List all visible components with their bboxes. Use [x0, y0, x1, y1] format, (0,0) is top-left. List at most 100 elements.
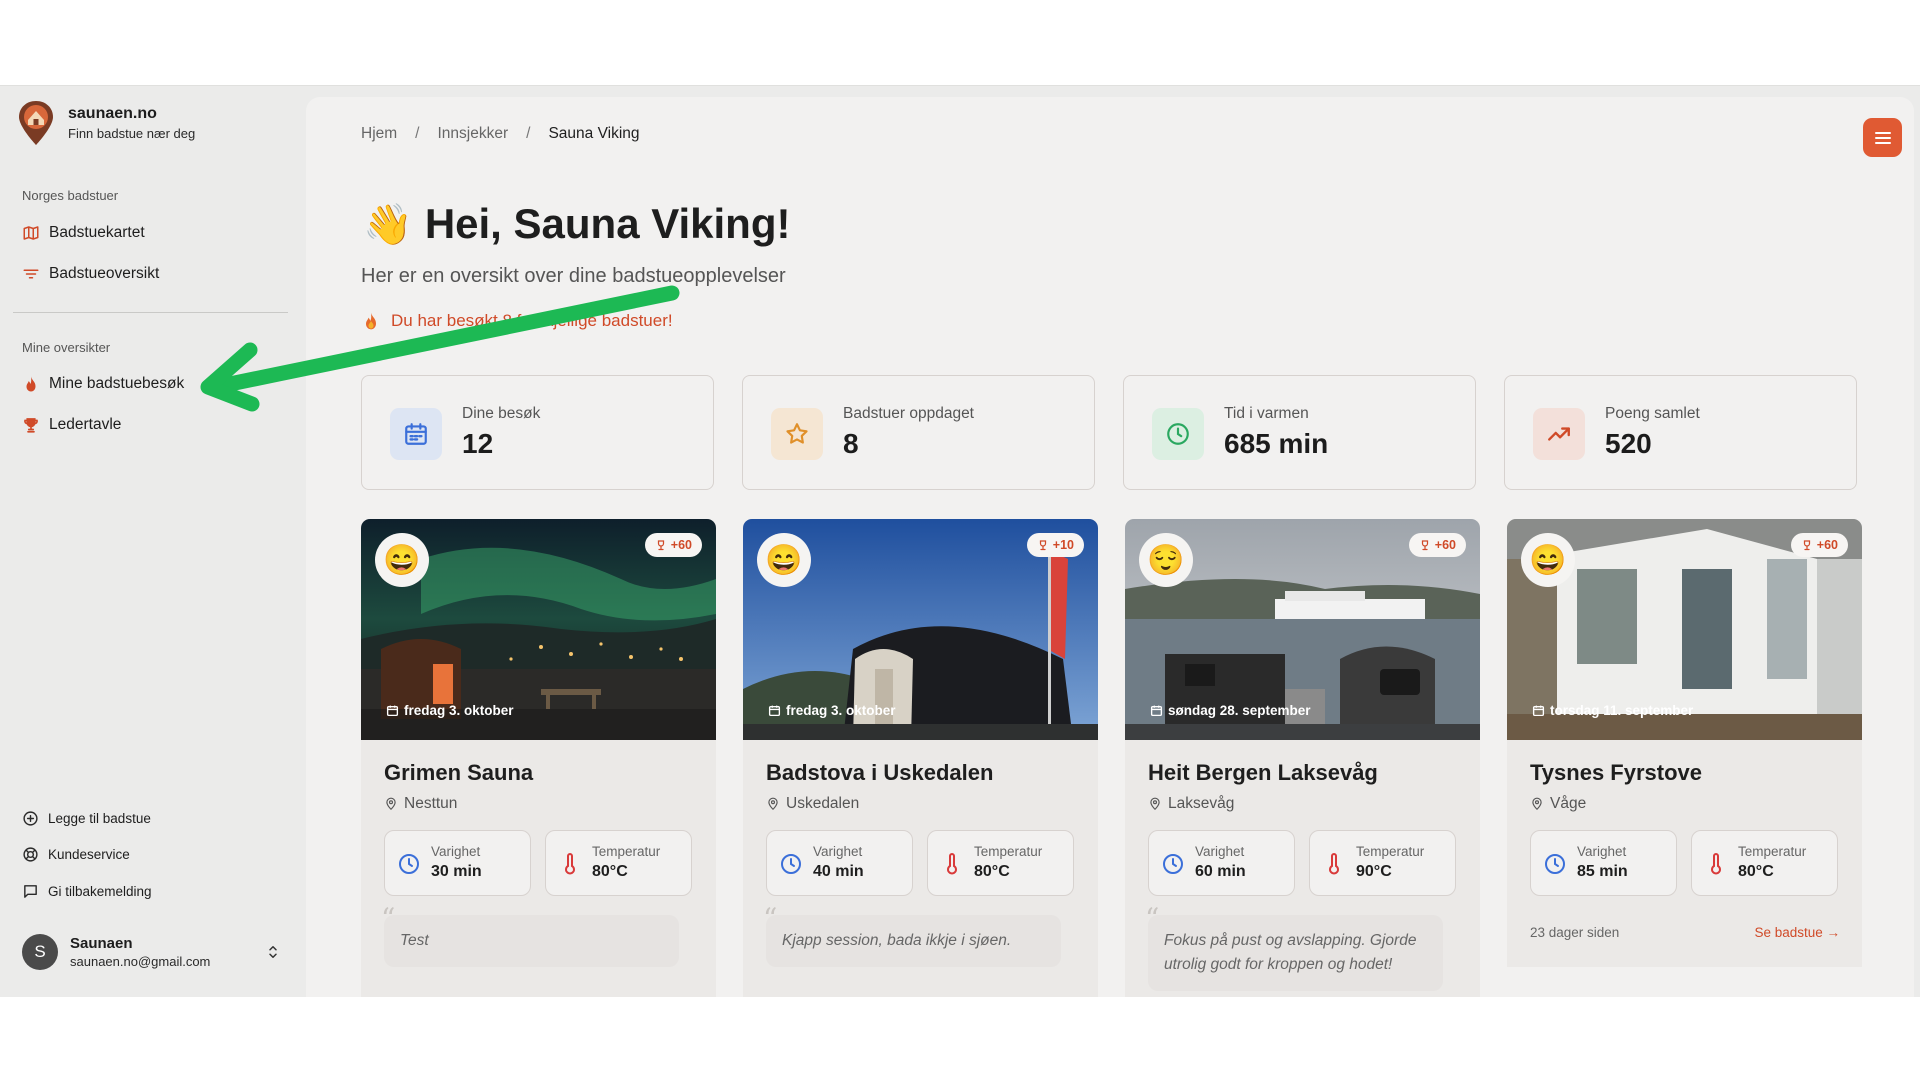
section-label-norges-badstuer: Norges badstuer [22, 188, 119, 203]
temperature-value: 80°C [974, 863, 1010, 880]
duration-value: 60 min [1195, 863, 1246, 880]
breadcrumb: Hjem / Innsjekker / Sauna Viking [361, 125, 640, 143]
sauna-name[interactable]: Badstova i Uskedalen [766, 760, 993, 786]
temperature-pill: Temperatur 80°C [545, 830, 692, 896]
sidebar-item-badstueoversikt[interactable]: Badstueoversikt [22, 262, 159, 286]
breadcrumb-innsjekker[interactable]: Innsjekker [437, 125, 508, 143]
visit-note: Kjapp session, bada ikkje i sjøen. [766, 915, 1061, 967]
visit-card-tysnes-fyrstove[interactable]: 😄 +60 torsdag 11. september Tysnes Fyrst… [1507, 519, 1862, 997]
visit-relative-time: 23 dager siden [1530, 925, 1620, 940]
trophy-icon [657, 540, 664, 551]
stat-label: Badstuer oppdaget [843, 405, 974, 422]
avatar: S [22, 934, 58, 970]
sauna-name[interactable]: Tysnes Fyrstove [1530, 760, 1702, 786]
streak-message: Du har besøkt 8 forskjellige badstuer! [361, 310, 673, 332]
visit-date-text: fredag 3. oktober [786, 703, 896, 718]
sauna-name[interactable]: Grimen Sauna [384, 760, 533, 786]
user-menu[interactable]: S Saunaen saunaen.no@gmail.com [22, 934, 282, 970]
map-pin-icon [1150, 797, 1160, 811]
visit-card-grimen-sauna[interactable]: 😄 +60 fredag 3. oktober Grimen Sauna Nes… [361, 519, 716, 997]
points-badge: +60 [1790, 533, 1848, 557]
stat-icon-wrap [1533, 408, 1585, 460]
stat-value: 685 min [1224, 428, 1329, 459]
visit-date: fredag 3. oktober [386, 703, 514, 718]
sauna-location: Laksevåg [1148, 795, 1234, 813]
points-value: +60 [670, 538, 692, 552]
card-footer-area [1507, 967, 1862, 997]
sauna-location-text: Laksevåg [1168, 795, 1235, 812]
breadcrumb-separator: / [526, 125, 531, 142]
sidebar-divider [13, 312, 288, 313]
temperature-label: Temperatur [592, 844, 661, 859]
sidebar-item-ledertavle[interactable]: Ledertavle [22, 413, 121, 437]
sidebar-footer-gi-tilbakemelding[interactable]: Gi tilbakemelding [22, 881, 152, 901]
flame-icon [26, 376, 36, 392]
app-frame: saunaen.no Finn badstue nær deg Norges b… [0, 85, 1920, 997]
trophy-icon [24, 418, 38, 433]
sidebar-item-mine-badstuebesok[interactable]: Mine badstuebesøk [22, 372, 184, 396]
main-panel: Hjem / Innsjekker / Sauna Viking 👋 Hei, … [306, 97, 1914, 997]
brand[interactable]: saunaen.no Finn badstue nær deg [17, 100, 195, 146]
visit-card-badstova-i-uskedalen[interactable]: 😄 +10 fredag 3. oktober Badstova i Usked… [743, 519, 1098, 997]
sauna-location-text: Uskedalen [786, 795, 860, 812]
trending-up-icon [1548, 427, 1570, 441]
points-badge: +60 [644, 533, 702, 557]
sidebar-footer-kundeservice[interactable]: Kundeservice [22, 844, 130, 864]
filter-icon [23, 269, 39, 279]
clock-icon [1167, 423, 1189, 445]
mood-emoji-icon: 😄 [765, 543, 803, 577]
duration-value: 40 min [813, 863, 864, 880]
waving-hand-icon: 👋 [363, 202, 413, 247]
stat-value: 12 [462, 428, 494, 459]
page-subtitle: Her er en oversikt over dine badstueoppl… [361, 265, 786, 287]
map-pin-icon [386, 797, 396, 811]
sidebar-item-label: Badstueoversikt [49, 265, 160, 282]
sauna-location: Våge [1530, 795, 1586, 813]
points-badge: +60 [1408, 533, 1466, 557]
menu-button[interactable] [1863, 118, 1902, 157]
visit-date-text: fredag 3. oktober [404, 703, 514, 718]
visit-date: søndag 28. september [1150, 703, 1311, 718]
points-value: +10 [1052, 538, 1074, 552]
lifebuoy-icon [23, 846, 38, 862]
chevron-up-down-icon[interactable] [264, 942, 282, 962]
clock-icon [1163, 854, 1183, 874]
clock-icon [781, 854, 801, 874]
section-label-mine-oversikter: Mine oversikter [22, 340, 111, 355]
sidebar-item-label: Mine badstuebesøk [49, 375, 185, 392]
sauna-location-text: Nesttun [404, 795, 458, 812]
stat-icon-wrap [390, 408, 442, 460]
temperature-pill: Temperatur 80°C [1691, 830, 1838, 896]
see-sauna-link[interactable]: Se badstue → [1754, 925, 1840, 940]
stat-value: 520 [1605, 428, 1652, 459]
brand-name: saunaen.no [68, 105, 157, 122]
clock-icon [1545, 854, 1565, 874]
mood-badge: 😄 [757, 533, 811, 587]
trophy-icon [1803, 540, 1810, 551]
sauna-location-text: Våge [1550, 795, 1587, 812]
trophy-icon [1421, 540, 1428, 551]
thermometer-icon [565, 853, 575, 875]
duration-label: Varighet [1195, 844, 1245, 859]
stat-icon-wrap [771, 408, 823, 460]
thermometer-icon [947, 853, 957, 875]
breadcrumb-hjem[interactable]: Hjem [361, 125, 397, 143]
duration-pill: Varighet 85 min [1530, 830, 1677, 896]
temperature-value: 80°C [592, 863, 628, 880]
mood-emoji-icon: 😌 [1147, 543, 1185, 577]
stat-icon-wrap [1152, 408, 1204, 460]
temperature-pill: Temperatur 90°C [1309, 830, 1456, 896]
sidebar-item-badstuekartet[interactable]: Badstuekartet [22, 221, 145, 245]
duration-label: Varighet [1577, 844, 1627, 859]
thermometer-icon [1329, 853, 1339, 875]
sidebar-footer-legge-til-badstue[interactable]: Legge til badstue [22, 808, 151, 828]
duration-pill: Varighet 40 min [766, 830, 913, 896]
sauna-name[interactable]: Heit Bergen Laksevåg [1148, 760, 1378, 786]
mood-emoji-icon: 😄 [1529, 543, 1567, 577]
temperature-label: Temperatur [1738, 844, 1807, 859]
trophy-icon [1039, 540, 1046, 551]
visit-date: fredag 3. oktober [768, 703, 896, 718]
visit-date-text: torsdag 11. september [1550, 703, 1694, 718]
mood-badge: 😄 [375, 533, 429, 587]
visit-card-heit-bergen-laksevag[interactable]: 😌 +60 søndag 28. september Heit Bergen L… [1125, 519, 1480, 997]
